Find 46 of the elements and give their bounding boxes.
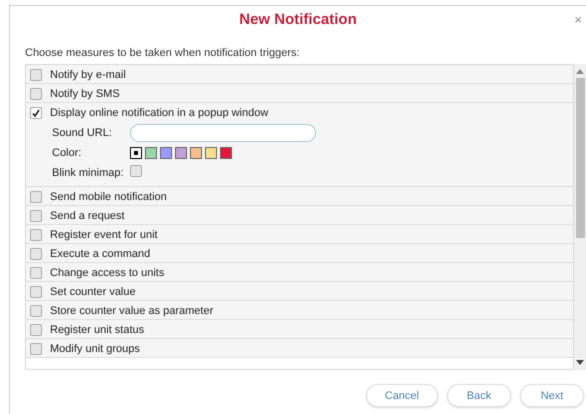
action-label: Send a request: [50, 210, 125, 222]
sound-url-field[interactable]: [130, 124, 316, 142]
scroll-up-icon[interactable]: [576, 68, 584, 74]
dialog-button[interactable]: Next: [520, 384, 584, 407]
color-swatch[interactable]: [130, 147, 142, 159]
color-swatch[interactable]: [205, 147, 217, 159]
checkbox[interactable]: [30, 266, 42, 278]
checkbox[interactable]: [30, 106, 42, 118]
close-button[interactable]: ×: [572, 12, 584, 27]
color-swatch[interactable]: [175, 147, 187, 159]
dialog-title: New Notification: [239, 10, 357, 30]
checkbox[interactable]: [30, 304, 42, 316]
color-swatch[interactable]: [220, 147, 232, 159]
checkbox[interactable]: [30, 210, 42, 222]
field-label: Blink minimap:: [52, 167, 125, 179]
checkbox[interactable]: [30, 248, 42, 260]
action-label: Notify by SMS: [50, 88, 120, 100]
action-label: Display online notification in a popup window: [50, 106, 268, 118]
color-swatch[interactable]: [145, 147, 157, 159]
action-label: Register unit status: [50, 324, 144, 336]
field-label: Sound URL:: [52, 127, 113, 139]
action-label: Store counter value as parameter: [50, 304, 214, 316]
scrollbar[interactable]: [574, 64, 586, 370]
action-label: Modify unit groups: [50, 342, 140, 354]
action-label: Execute a command: [50, 248, 150, 260]
checkbox[interactable]: [30, 342, 42, 354]
dialog-button[interactable]: Cancel: [366, 384, 438, 407]
action-label: Change access to units: [50, 266, 164, 278]
color-swatch[interactable]: [190, 147, 202, 159]
scroll-down-icon[interactable]: [576, 360, 584, 366]
action-label: Set counter value: [50, 286, 136, 298]
checkbox[interactable]: [30, 286, 42, 298]
dialog-button[interactable]: Back: [447, 384, 511, 407]
checkbox[interactable]: [30, 88, 42, 100]
checkbox[interactable]: [30, 324, 42, 336]
checkbox[interactable]: [30, 228, 42, 240]
action-label: Register event for unit: [50, 228, 158, 240]
action-label: Notify by e-mail: [50, 68, 126, 80]
scrollbar-thumb[interactable]: [576, 78, 584, 238]
instruction-text: Choose measures to be taken when notification triggers:: [25, 47, 301, 59]
checkbox[interactable]: [30, 68, 42, 80]
field-label: Color:: [52, 147, 82, 159]
action-label: Send mobile notification: [50, 190, 167, 202]
color-swatch[interactable]: [160, 147, 172, 159]
checkbox[interactable]: [130, 165, 142, 177]
checkbox[interactable]: [30, 190, 42, 202]
